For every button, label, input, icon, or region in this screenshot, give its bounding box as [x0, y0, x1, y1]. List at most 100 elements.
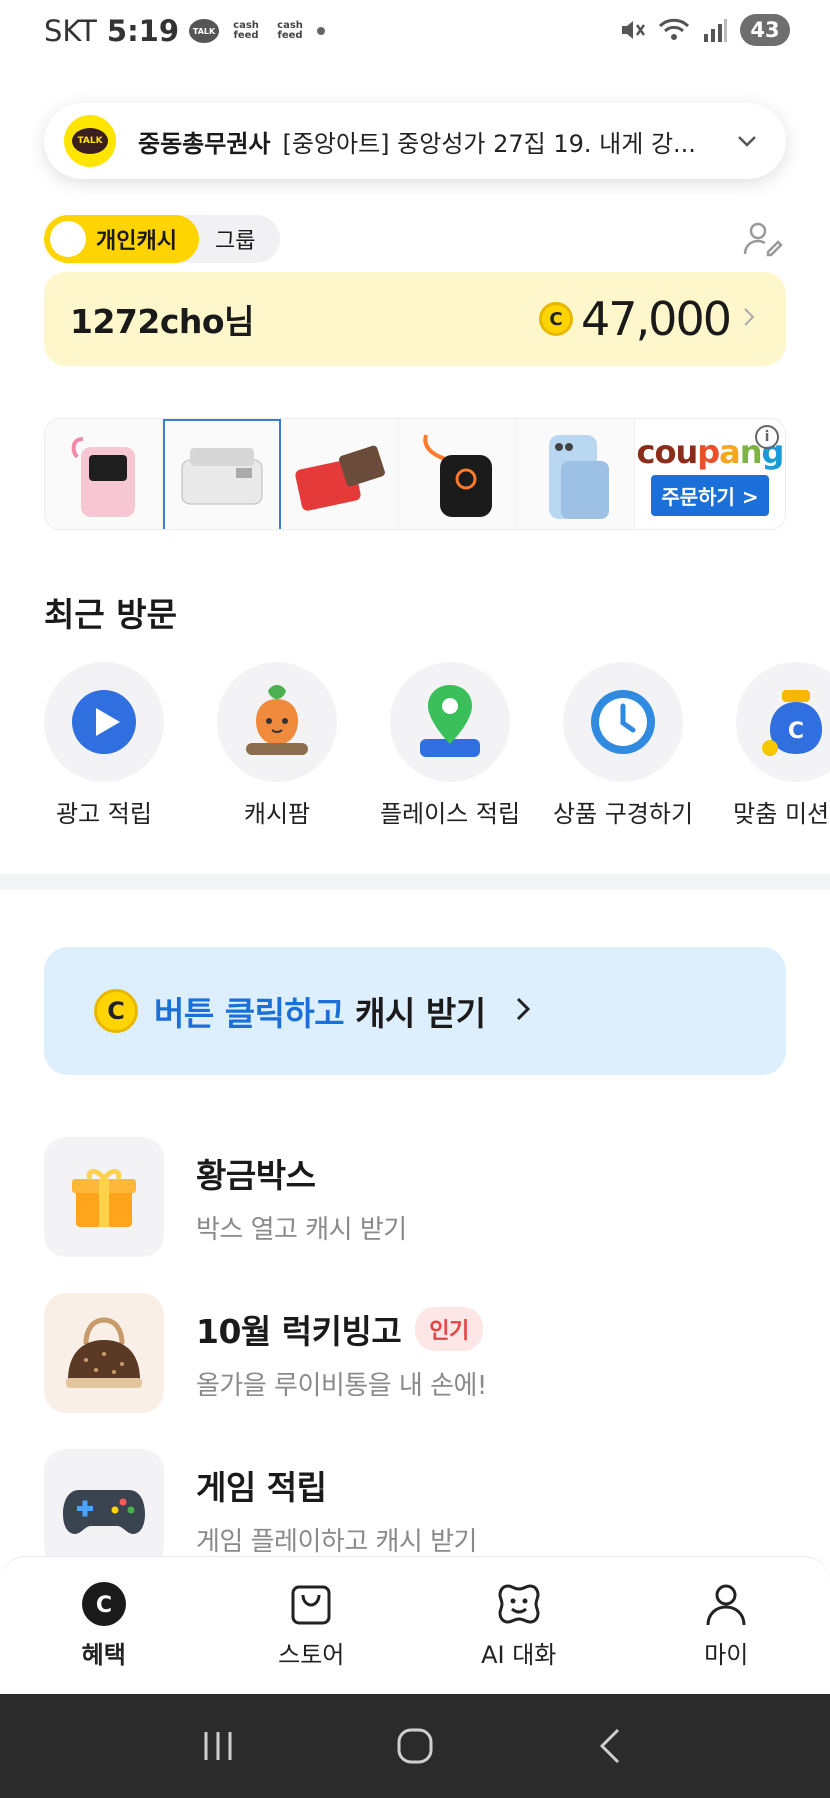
feature-subtitle: 박스 열고 캐시 받기: [196, 1214, 407, 1245]
user-name: 1272cho님: [70, 302, 254, 341]
feature-subtitle: 게임 플레이하고 캐시 받기: [196, 1526, 477, 1557]
gamepad-icon: [63, 1490, 145, 1534]
recent-item-icon-bg: [563, 662, 683, 782]
recent-item-label: 상품 구경하기: [552, 800, 694, 828]
section-divider: [0, 874, 830, 890]
status-bar-right: 43: [618, 14, 790, 46]
chevron-right-icon: [514, 995, 532, 1027]
promo-dark-text: 캐시 받기: [355, 994, 486, 1033]
svg-text:C: C: [96, 1593, 112, 1618]
recent-item-icon-bg: C: [736, 662, 830, 782]
shopping-bag-icon: [291, 1585, 331, 1625]
feature-title: 황금박스: [196, 1155, 316, 1195]
clock-time: 5:19: [106, 14, 180, 48]
battery-indicator: 43: [740, 14, 790, 46]
profile-edit-icon[interactable]: [742, 218, 784, 260]
person-icon: [706, 1584, 746, 1626]
recent-item-ad-earn[interactable]: 광고 적립: [44, 662, 184, 829]
click-for-cash-banner[interactable]: C 버튼 클릭하고 캐시 받기: [44, 947, 786, 1075]
recent-item-label: 캐시팜: [243, 800, 311, 828]
wifi-icon: [658, 18, 690, 40]
feature-subtitle: 올가을 루이비통을 내 손에!: [196, 1370, 487, 1401]
map-pin-icon: [420, 685, 480, 757]
promo-text: 버튼 클릭하고 캐시 받기: [154, 987, 486, 1035]
personal-cash-label: 개인캐시: [96, 229, 177, 254]
money-bag-icon: C: [762, 690, 822, 756]
cashfeed-status-icon: cash feed: [233, 20, 259, 41]
ad-banner-strip[interactable]: coupang 주문하기 > i: [44, 418, 786, 530]
recent-item-browse-products[interactable]: 상품 구경하기: [543, 662, 703, 829]
ad-product-red-leather-wallet[interactable]: [281, 419, 399, 529]
status-bar: SKT 5:19 TALK cash feed cash feed 43: [0, 0, 830, 66]
back-icon[interactable]: [592, 1726, 632, 1766]
personal-cash-tab[interactable]: 개인캐시: [44, 215, 199, 263]
feature-thumb: [44, 1137, 164, 1257]
notification-sender: 중동총무권사: [138, 129, 271, 158]
handbag-icon: [66, 1317, 142, 1388]
nav-label: 마이: [704, 1641, 749, 1669]
feature-thumb: [44, 1293, 164, 1413]
cash-balance: 47,000: [581, 292, 732, 346]
recent-visits-title: 최근 방문: [44, 595, 177, 634]
ad-info-icon[interactable]: i: [755, 425, 779, 449]
system-navigation-bar: [0, 1694, 830, 1798]
recent-item-label: 광고 적립: [56, 800, 152, 828]
feature-body: 게임 적립 게임 플레이하고 캐시 받기: [196, 1461, 477, 1558]
recent-visits-row[interactable]: 광고 적립 캐시팜 플레이스 적립 상품 구경하기 C 맞춤 미션 적: [44, 662, 830, 832]
kakaotalk-status-icon: TALK: [189, 19, 220, 43]
recent-item-icon-bg: [390, 662, 510, 782]
feature-lucky-bingo[interactable]: 10월 럭키빙고 인기 올가을 루이비통을 내 손에!: [44, 1291, 786, 1415]
cash-type-toggle[interactable]: 개인캐시 그룹: [44, 215, 280, 263]
feature-title: 게임 적립: [196, 1467, 327, 1507]
clock-icon: [591, 690, 655, 754]
nav-tab-benefits[interactable]: C 혜택: [0, 1557, 208, 1694]
recent-apps-icon[interactable]: [198, 1726, 238, 1766]
feature-game-earn[interactable]: 게임 적립 게임 플레이하고 캐시 받기: [44, 1447, 786, 1571]
notification-text: [중앙아트] 중앙성가 27집 19. 내게 강...: [282, 129, 696, 158]
cashfeed-status-icon-2: cash feed: [277, 20, 303, 41]
nav-tab-store[interactable]: 스토어: [208, 1557, 416, 1694]
ad-product-blue-magsafe-battery[interactable]: [517, 419, 635, 529]
group-tab[interactable]: 그룹: [215, 223, 255, 255]
recent-item-label: 맞춤 미션 적: [733, 800, 830, 828]
ad-product-black-tracker[interactable]: [399, 419, 517, 529]
play-icon: [72, 690, 136, 754]
ad-product-white-printer[interactable]: [163, 419, 281, 529]
nav-label: 혜택: [81, 1641, 126, 1669]
cash-coin-icon: C: [94, 989, 138, 1033]
feature-thumb: [44, 1449, 164, 1569]
chevron-down-icon[interactable]: [732, 126, 762, 156]
svg-text:C: C: [788, 719, 804, 744]
status-bar-left: SKT 5:19 TALK cash feed cash feed: [44, 14, 326, 48]
ai-face-icon: [498, 1584, 540, 1624]
feature-body: 10월 럭키빙고 인기 올가을 루이비통을 내 손에!: [196, 1305, 487, 1402]
gift-box-icon: [72, 1169, 136, 1227]
kakao-notification-pill[interactable]: TALK 중동총무권사 [중앙아트] 중앙성가 27집 19. 내게 강...: [44, 103, 786, 179]
kakaotalk-icon: TALK: [64, 115, 116, 167]
nav-label: 스토어: [278, 1641, 345, 1669]
signal-icon: [704, 19, 727, 42]
ad-coupang-brand[interactable]: coupang 주문하기 > i: [635, 419, 785, 529]
recent-item-icon-bg: [217, 662, 337, 782]
ad-product-pink-power-bank[interactable]: [45, 419, 163, 529]
recent-item-icon-bg: [44, 662, 164, 782]
mute-icon: [622, 21, 646, 39]
nav-tab-my[interactable]: 마이: [623, 1557, 830, 1694]
order-button[interactable]: 주문하기 >: [651, 474, 769, 516]
cash-coin-icon: C: [539, 302, 574, 336]
toggle-knob: [50, 221, 86, 257]
recent-item-cashfarm[interactable]: 캐시팜: [197, 662, 357, 829]
balance-card[interactable]: 1272cho님 C 47,000: [44, 272, 786, 366]
carrot-icon: [246, 685, 308, 755]
recent-item-place-earn[interactable]: 플레이스 적립: [370, 662, 530, 829]
promo-blue-text: 버튼 클릭하고: [154, 994, 345, 1033]
cash-c-icon: C: [81, 1582, 126, 1626]
nav-tab-ai-chat[interactable]: AI 대화: [415, 1557, 623, 1694]
home-icon[interactable]: [395, 1726, 435, 1766]
recent-item-label: 플레이스 적립: [379, 800, 521, 828]
feature-golden-box[interactable]: 황금박스 박스 열고 캐시 받기: [44, 1135, 786, 1259]
recent-item-custom-mission[interactable]: C 맞춤 미션 적: [716, 662, 830, 829]
bottom-navigation: C 혜택 스토어 AI 대화 마이: [0, 1556, 830, 1694]
feature-title: 10월 럭키빙고 인기: [196, 1305, 487, 1353]
more-notifications-dot-icon: [317, 27, 326, 35]
